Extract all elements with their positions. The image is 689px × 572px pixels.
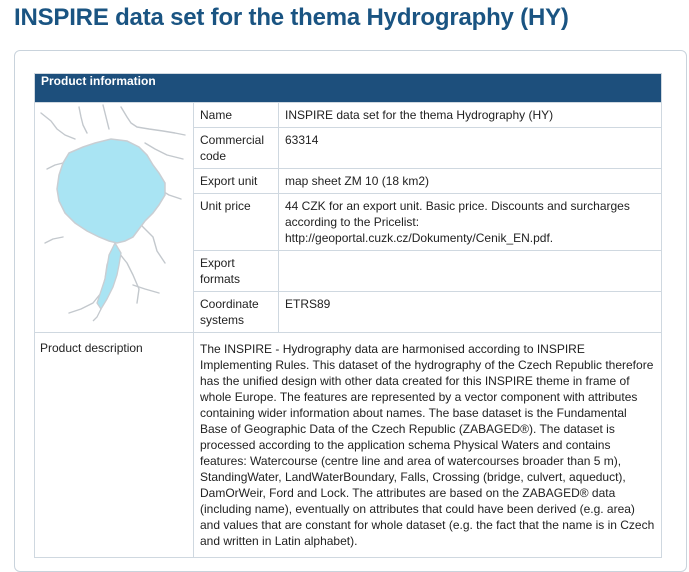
page-title: INSPIRE data set for the thema Hydrograp… [14, 4, 569, 31]
description-text: The INSPIRE - Hydrography data are harmo… [193, 332, 662, 558]
table-header-row: Product information [34, 73, 662, 103]
row-label: Export formats [193, 250, 279, 292]
row-label: Coordinate systems [193, 291, 279, 333]
description-label: Product description [34, 332, 194, 558]
product-info-table: Product information Name INSPIRE data se… [34, 73, 662, 558]
row-label: Commercial code [193, 127, 279, 169]
reservoir-shape [56, 138, 166, 244]
product-panel: Product information Name INSPIRE data se… [14, 50, 687, 572]
row-label: Unit price [193, 193, 279, 251]
row-value: 44 CZK for an export unit. Basic price. … [278, 193, 662, 251]
row-value: 63314 [278, 127, 662, 169]
river-inlet-shape [96, 241, 122, 311]
hydrography-preview-map [40, 104, 186, 322]
row-value [278, 250, 662, 292]
row-label: Name [193, 102, 279, 128]
row-label: Export unit [193, 168, 279, 194]
preview-map-cell [34, 102, 194, 333]
outflow-stream [92, 308, 102, 322]
table-row: Name INSPIRE data set for the thema Hydr… [34, 102, 662, 333]
description-row: Product description The INSPIRE - Hydrog… [34, 332, 662, 558]
table-header: Product information [34, 73, 662, 103]
row-value: map sheet ZM 10 (18 km2) [278, 168, 662, 194]
row-value: INSPIRE data set for the thema Hydrograp… [278, 102, 662, 128]
row-value: ETRS89 [278, 291, 662, 333]
